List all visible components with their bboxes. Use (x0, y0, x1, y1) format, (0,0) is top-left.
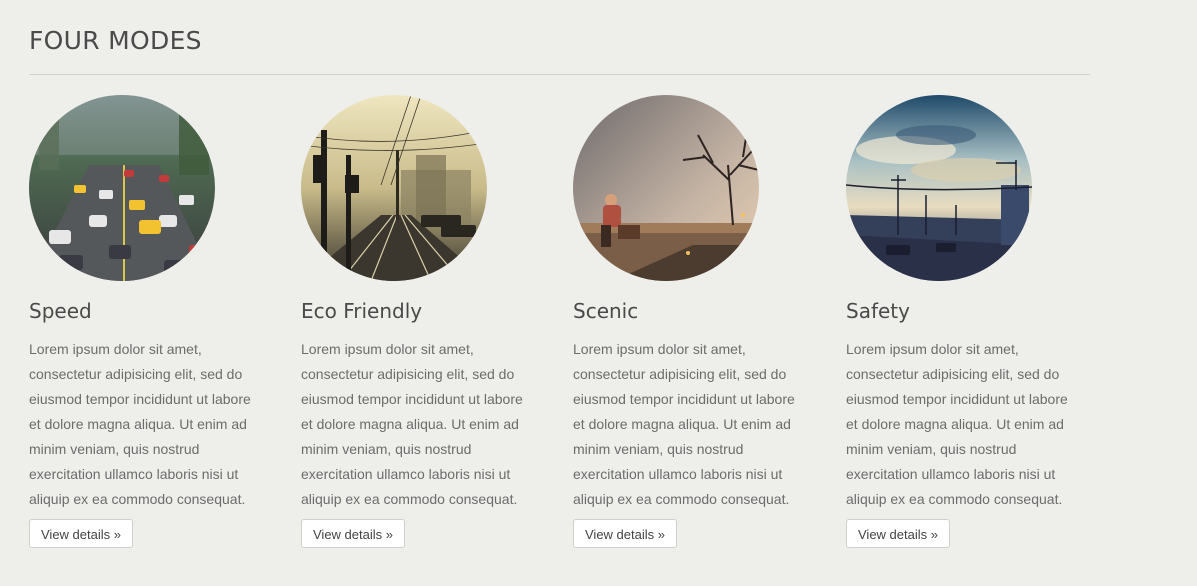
mode-card-safety: Safety Lorem ipsum dolor sit amet, conse… (846, 95, 1086, 548)
tram-tracks-image (301, 95, 487, 281)
section-title: FOUR MODES (29, 26, 202, 55)
section-divider (29, 74, 1090, 75)
mode-title-eco-friendly: Eco Friendly (301, 299, 423, 323)
mode-card-scenic: Scenic Lorem ipsum dolor sit amet, conse… (573, 95, 813, 548)
view-details-button-eco-friendly[interactable]: View details » (301, 519, 405, 548)
view-details-button-safety[interactable]: View details » (846, 519, 950, 548)
view-details-button-scenic[interactable]: View details » (573, 519, 677, 548)
view-details-button-speed[interactable]: View details » (29, 519, 133, 548)
countryside-traveler-image (573, 95, 759, 281)
mode-title-speed: Speed (29, 299, 92, 323)
mode-description-eco-friendly: Lorem ipsum dolor sit amet, consectetur … (301, 341, 523, 507)
mode-card-speed: Speed Lorem ipsum dolor sit amet, consec… (29, 95, 269, 548)
mode-description-speed: Lorem ipsum dolor sit amet, consectetur … (29, 341, 251, 507)
sky-bridge-image (846, 95, 1032, 281)
city-traffic-image (29, 95, 215, 281)
mode-description-scenic: Lorem ipsum dolor sit amet, consectetur … (573, 341, 795, 507)
mode-card-eco-friendly: Eco Friendly Lorem ipsum dolor sit amet,… (301, 95, 541, 548)
mode-description-safety: Lorem ipsum dolor sit amet, consectetur … (846, 341, 1068, 507)
mode-title-scenic: Scenic (573, 299, 639, 323)
mode-title-safety: Safety (846, 299, 910, 323)
